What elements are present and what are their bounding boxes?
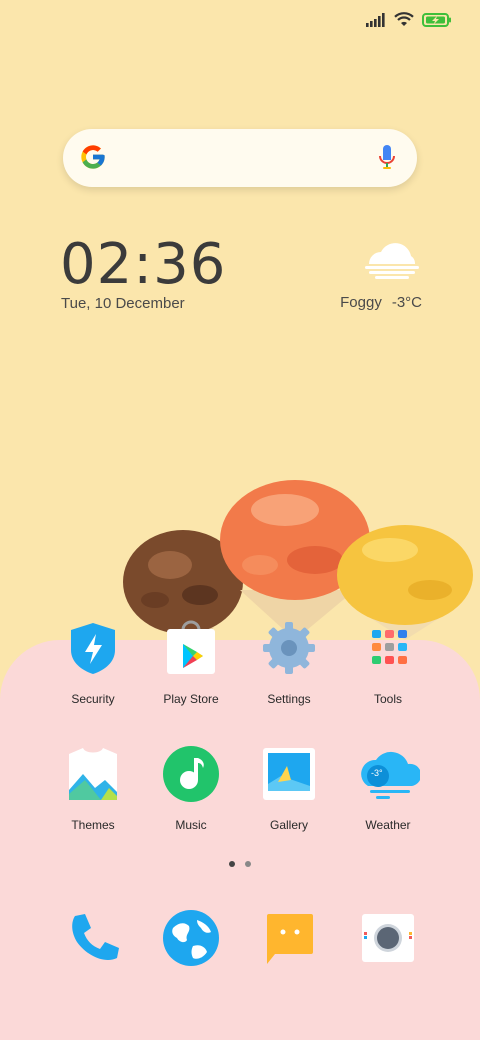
- app-label: Gallery: [269, 818, 308, 832]
- app-weather[interactable]: -3° Weather: [338, 746, 438, 832]
- themes-shirt-icon: [65, 746, 121, 802]
- battery-icon: [422, 12, 451, 27]
- app-label: Security: [71, 692, 115, 706]
- page-dot-2[interactable]: [245, 861, 251, 867]
- google-search-bar[interactable]: [63, 129, 417, 187]
- camera-icon: [360, 910, 416, 966]
- phone-icon: [65, 910, 121, 966]
- app-label: Music: [175, 818, 207, 832]
- app-tools-folder[interactable]: Tools: [338, 620, 438, 706]
- app-label: Play Store: [163, 692, 219, 706]
- signal-icon: [366, 12, 385, 27]
- app-themes[interactable]: Themes: [43, 746, 143, 832]
- tools-folder-icon: [360, 620, 416, 676]
- weather-temperature: -3°C: [391, 294, 422, 311]
- page-dot-1[interactable]: [229, 861, 235, 867]
- weather-condition: Foggy: [340, 294, 382, 311]
- dock-phone[interactable]: [43, 910, 143, 966]
- app-play-store[interactable]: Play Store: [141, 620, 241, 706]
- play-store-bag-icon: [163, 620, 219, 676]
- app-label: Weather: [365, 818, 411, 832]
- app-label: Tools: [373, 692, 402, 706]
- status-bar: [366, 12, 452, 27]
- dock-messages[interactable]: [239, 910, 339, 966]
- clock-date: Tue, 10 December: [61, 295, 185, 312]
- google-logo-icon: [81, 145, 105, 169]
- app-security[interactable]: Security: [43, 620, 143, 706]
- clock-time[interactable]: 02:36: [60, 232, 226, 297]
- security-shield-icon: [65, 620, 121, 676]
- page-indicator: [229, 861, 251, 867]
- dock-browser[interactable]: [141, 910, 241, 966]
- weather-summary[interactable]: Foggy -3°C: [340, 294, 422, 311]
- search-input[interactable]: [119, 143, 363, 175]
- gallery-picture-icon: [261, 746, 317, 802]
- weather-cloud-icon: -3°: [360, 746, 422, 802]
- globe-icon: [163, 910, 219, 966]
- music-note-icon: [163, 746, 219, 802]
- app-label: Themes: [71, 818, 115, 832]
- weather-badge-temp: -3°: [371, 768, 383, 778]
- wifi-icon: [394, 12, 414, 26]
- foggy-cloud-icon[interactable]: [363, 238, 421, 284]
- message-bubble-icon: [261, 910, 317, 966]
- app-gallery[interactable]: Gallery: [239, 746, 339, 832]
- app-settings[interactable]: Settings: [239, 620, 339, 706]
- microphone-icon[interactable]: [379, 143, 395, 173]
- app-music[interactable]: Music: [141, 746, 241, 832]
- dock-camera[interactable]: [338, 910, 438, 966]
- app-label: Settings: [267, 692, 311, 706]
- gear-icon: [261, 620, 317, 676]
